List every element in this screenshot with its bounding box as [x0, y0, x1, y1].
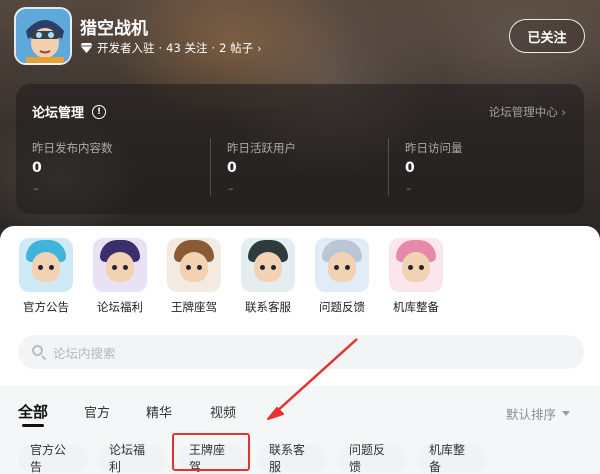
game-title: 猎空战机	[80, 19, 148, 39]
stat-label-visits: 昨日访问量	[405, 141, 463, 155]
chip-forum-welfare[interactable]: 论坛福利	[97, 443, 167, 474]
search-input[interactable]: 论坛内搜索	[18, 335, 584, 369]
chip-ace-mount[interactable]: 王牌座驾	[177, 443, 247, 474]
stat-change-posts: –	[33, 182, 39, 195]
shortcut-hangar-maintenance[interactable]: 机库整备	[386, 238, 446, 315]
chip-contact-support[interactable]: 联系客服	[257, 443, 327, 474]
shortcut-label: 王牌座驾	[171, 300, 217, 314]
search-placeholder: 论坛内搜索	[53, 345, 116, 361]
chip-official-notice[interactable]: 官方公告	[18, 443, 88, 474]
forum-content-panel: 官方公告 论坛福利 王牌座驾 联系客服 问题反馈 机库整备 论坛内搜索 全部 官…	[0, 226, 600, 474]
stat-divider	[210, 138, 211, 196]
shortcut-forum-welfare[interactable]: 论坛福利	[90, 238, 150, 315]
forum-header-background: 猎空战机 开发者入驻 · 43 关注 · 2 帖子 › 已关注 论坛管理 ! 论…	[0, 0, 600, 250]
chip-feedback[interactable]: 问题反馈	[337, 443, 407, 474]
info-circle-icon[interactable]: !	[92, 104, 107, 119]
caret-down-icon	[562, 411, 570, 416]
active-tab-indicator	[22, 424, 44, 427]
verified-label: 开发者入驻	[97, 41, 155, 55]
follow-count[interactable]: 43 关注	[166, 40, 207, 56]
tab-official[interactable]: 官方	[84, 402, 110, 421]
shortcut-label: 联系客服	[245, 300, 291, 314]
avatar	[19, 238, 73, 292]
chevron-right-icon: ›	[257, 41, 262, 55]
avatar	[93, 238, 147, 292]
search-icon	[32, 344, 47, 360]
diamond-badge-icon	[80, 43, 93, 53]
stat-label-posts: 昨日发布内容数	[32, 141, 113, 155]
sort-label: 默认排序	[505, 407, 556, 422]
post-count[interactable]: 2 帖子	[219, 40, 253, 56]
management-title: 论坛管理 !	[32, 102, 107, 121]
shortcut-official-notice[interactable]: 官方公告	[16, 238, 76, 315]
shortcut-contact-support[interactable]: 联系客服	[238, 238, 298, 315]
shortcut-label: 官方公告	[23, 300, 69, 314]
followed-button[interactable]: 已关注	[509, 19, 585, 53]
stat-value-visits: 0	[405, 160, 415, 176]
stat-value-users: 0	[227, 160, 237, 176]
stat-change-users: –	[228, 182, 234, 195]
shortcut-feedback[interactable]: 问题反馈	[312, 238, 372, 315]
avatar	[241, 238, 295, 292]
stat-change-visits: –	[406, 182, 412, 195]
shortcut-label: 论坛福利	[97, 300, 143, 314]
management-title-text: 论坛管理	[32, 106, 85, 121]
forum-management-card: 论坛管理 ! 论坛管理中心 › 昨日发布内容数 0 – 昨日活跃用户 0 – 昨…	[16, 84, 584, 214]
game-meta: 开发者入驻 · 43 关注 · 2 帖子 ›	[80, 40, 262, 56]
chip-hangar-maintenance[interactable]: 机库整备	[417, 443, 487, 474]
meta-separator: ·	[158, 41, 163, 55]
tab-video[interactable]: 视频	[210, 402, 236, 421]
avatar	[315, 238, 369, 292]
avatar	[167, 238, 221, 292]
sort-dropdown[interactable]: 默认排序	[506, 404, 570, 423]
stat-value-posts: 0	[32, 160, 42, 176]
tab-all[interactable]: 全部	[18, 401, 48, 422]
stat-divider	[388, 138, 389, 196]
game-icon[interactable]	[14, 7, 72, 65]
avatar	[389, 238, 443, 292]
shortcut-label: 问题反馈	[319, 300, 365, 314]
management-center-link[interactable]: 论坛管理中心 ›	[489, 104, 566, 120]
meta-separator: ·	[211, 41, 216, 55]
shortcut-label: 机库整备	[393, 300, 439, 314]
shortcut-ace-mount[interactable]: 王牌座驾	[164, 238, 224, 315]
stat-label-users: 昨日活跃用户	[227, 141, 296, 155]
game-icon-art	[16, 9, 70, 63]
tab-featured[interactable]: 精华	[146, 402, 172, 421]
